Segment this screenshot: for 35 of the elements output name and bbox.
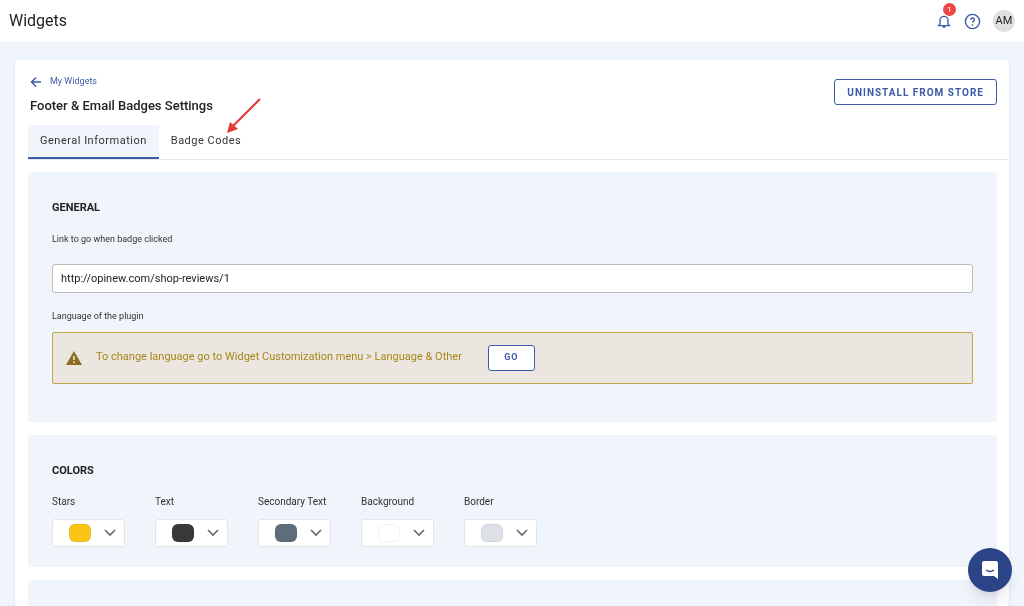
- back-arrow-icon[interactable]: [30, 75, 42, 88]
- color-picker[interactable]: [52, 518, 125, 547]
- chevron-down-icon: [516, 528, 528, 537]
- color-label: Border: [464, 494, 495, 509]
- color-label: Stars: [52, 494, 77, 509]
- page-title: Widgets: [9, 10, 68, 32]
- chevron-down-icon: [104, 528, 116, 537]
- color-picker[interactable]: [361, 518, 434, 547]
- uninstall-button[interactable]: UNINSTALL FROM STORE: [834, 79, 997, 105]
- section-heading: GENERAL: [52, 200, 102, 216]
- tab[interactable]: General Information: [28, 125, 159, 159]
- user-avatar[interactable]: AM: [993, 10, 1015, 32]
- go-button[interactable]: GO: [487, 344, 535, 371]
- field-label: Link to go when badge clicked: [52, 232, 174, 246]
- notification-badge: 1: [943, 3, 956, 16]
- link-input[interactable]: http://opinew.com/shop-reviews/1: [52, 264, 973, 293]
- color-picker[interactable]: [464, 518, 537, 547]
- section-heading: COLORS: [52, 463, 95, 479]
- color-picker[interactable]: [155, 518, 228, 547]
- help-icon[interactable]: [964, 12, 981, 30]
- chevron-down-icon: [413, 528, 425, 537]
- color-label: Background: [361, 494, 416, 509]
- warning-icon: [66, 350, 82, 365]
- chevron-down-icon: [310, 528, 322, 537]
- bell-icon[interactable]: [936, 13, 952, 29]
- chat-icon: [981, 560, 999, 580]
- warning-text: To change language go to Widget Customization menu > Language & Other: [96, 349, 462, 366]
- color-picker[interactable]: [258, 518, 331, 547]
- field-label: Language of the plugin: [52, 310, 145, 323]
- chevron-down-icon: [207, 528, 219, 537]
- back-link[interactable]: My Widgets: [50, 75, 97, 89]
- color-label: Text: [155, 494, 176, 509]
- color-label: Secondary Text: [258, 494, 328, 509]
- settings-title: Footer & Email Badges Settings: [30, 96, 213, 115]
- annotation-arrow: [224, 97, 262, 135]
